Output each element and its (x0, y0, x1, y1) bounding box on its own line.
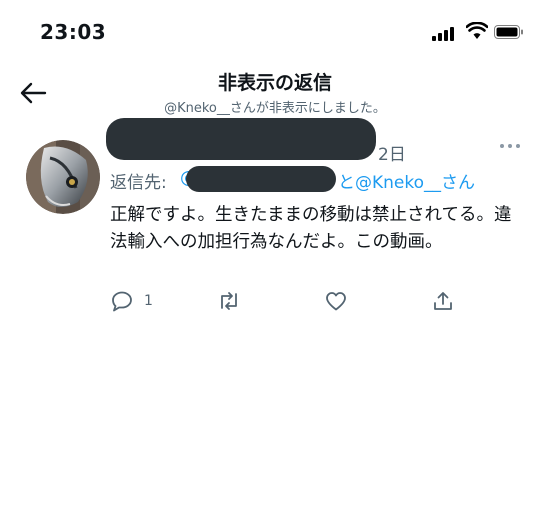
retweet-icon (221, 292, 237, 310)
heart-icon (326, 292, 346, 311)
tweet-text: 正解ですよ。生きたままの移動は禁止されてる。違法輸入への加担行為なんだよ。この動… (110, 205, 512, 252)
reply-to-line: 返信先: @ と@Kneko__さん (110, 168, 475, 193)
reply-mention[interactable]: と@Kneko__さん (338, 168, 475, 193)
tweet-actions: 1 (0, 288, 550, 320)
status-time: 23:03 (40, 20, 107, 44)
reply-prefix: 返信先: (110, 173, 167, 193)
like-button[interactable] (324, 288, 348, 314)
tweet[interactable]: 2日 返信先: @ と@Kneko__さん 正解ですよ。生きたままの移動は禁止さ… (0, 118, 550, 324)
cellular-signal-icon (432, 25, 458, 41)
retweet-button[interactable] (217, 288, 241, 314)
page-subtitle: @Kneko__さんが非表示にしました。 (164, 101, 386, 116)
redacted-handle (186, 166, 336, 192)
page-header: 非表示の返信 @Kneko__さんが非表示にしました。 (0, 64, 550, 124)
page-title: 非表示の返信 (217, 72, 332, 94)
more-horizontal-icon[interactable] (500, 144, 520, 150)
share-upload-icon (434, 292, 452, 310)
battery-icon (494, 25, 523, 39)
tweet-date: 2日 (378, 145, 406, 165)
reply-button[interactable]: 1 (110, 288, 153, 314)
reply-count: 1 (144, 293, 153, 309)
wifi-icon (466, 22, 488, 39)
avatar[interactable] (26, 140, 100, 214)
share-button[interactable] (431, 288, 455, 314)
reply-bubble-icon (112, 291, 132, 312)
redacted-display-name (106, 118, 376, 160)
status-bar: 23:03 (0, 0, 550, 64)
